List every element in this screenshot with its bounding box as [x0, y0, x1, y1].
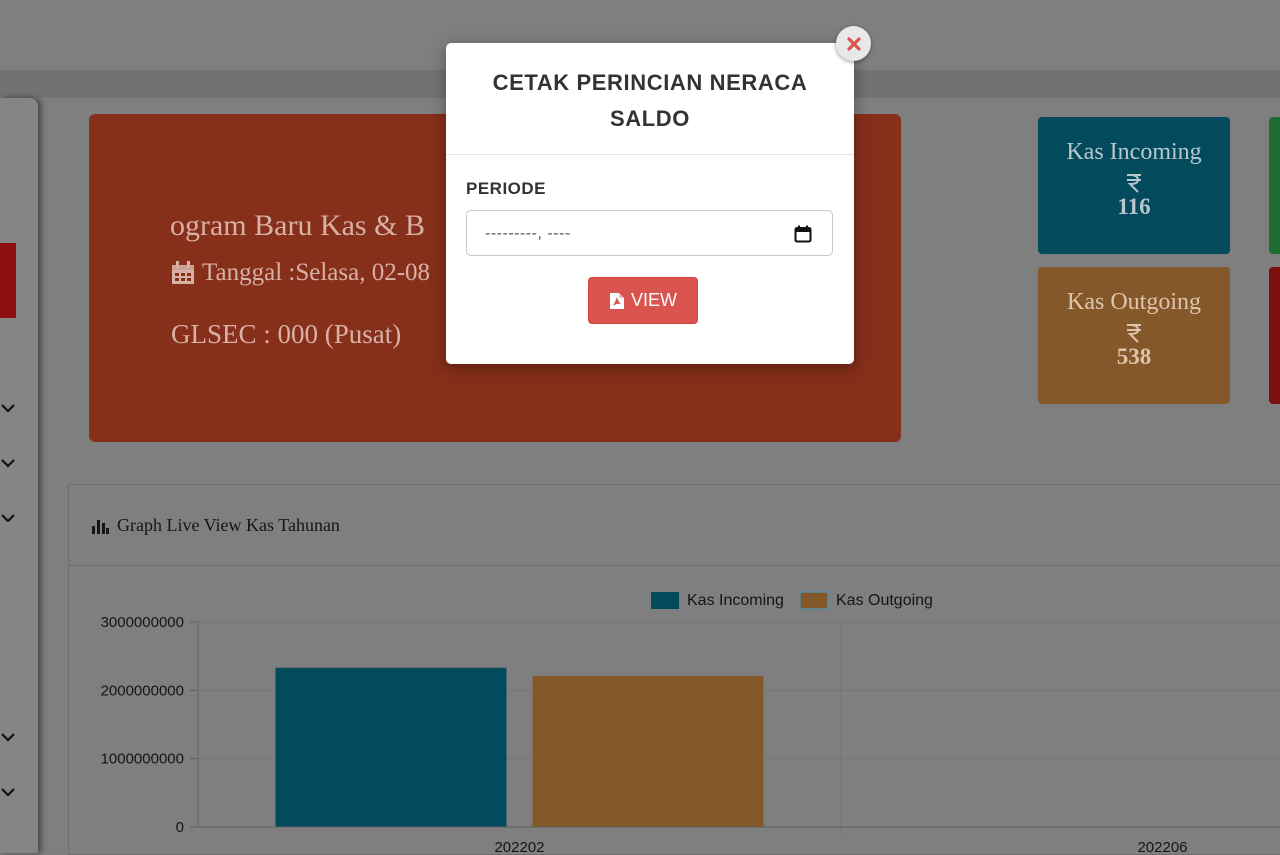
- close-icon: [846, 36, 861, 51]
- modal-divider: [446, 154, 854, 155]
- print-modal: CETAK PERINCIAN NERACA SALDO PERIODE ---…: [446, 43, 854, 364]
- modal-title-line1: CETAK PERINCIAN NERACA: [492, 70, 808, 95]
- x-tick-label: 202202: [494, 839, 544, 853]
- y-tick-label: 2000000000: [101, 682, 184, 699]
- legend-label: Kas Outgoing: [836, 592, 933, 609]
- legend-label: Kas Incoming: [687, 592, 784, 609]
- bar-kas-incoming: [275, 667, 507, 827]
- modal-title-line2: SALDO: [610, 106, 690, 131]
- view-button[interactable]: VIEW: [588, 277, 698, 324]
- y-tick-label: 1000000000: [101, 751, 184, 768]
- modal-title: CETAK PERINCIAN NERACA SALDO: [446, 65, 854, 137]
- x-tick-label: 202206: [1137, 839, 1187, 853]
- view-button-label: VIEW: [630, 290, 677, 310]
- y-tick-label: 0: [176, 819, 184, 836]
- date-placeholder: ---------, ----: [485, 225, 571, 242]
- periode-date-input[interactable]: ---------, ----: [466, 210, 833, 256]
- calendar-icon[interactable]: [794, 225, 812, 243]
- pdf-file-icon: [609, 292, 624, 309]
- bar-kas-outgoing: [532, 675, 764, 827]
- y-tick-label: 3000000000: [101, 614, 184, 631]
- periode-label: PERIODE: [466, 179, 547, 198]
- modal-close-button[interactable]: [836, 26, 871, 61]
- legend-swatch: [799, 591, 829, 610]
- legend-swatch: [651, 592, 679, 609]
